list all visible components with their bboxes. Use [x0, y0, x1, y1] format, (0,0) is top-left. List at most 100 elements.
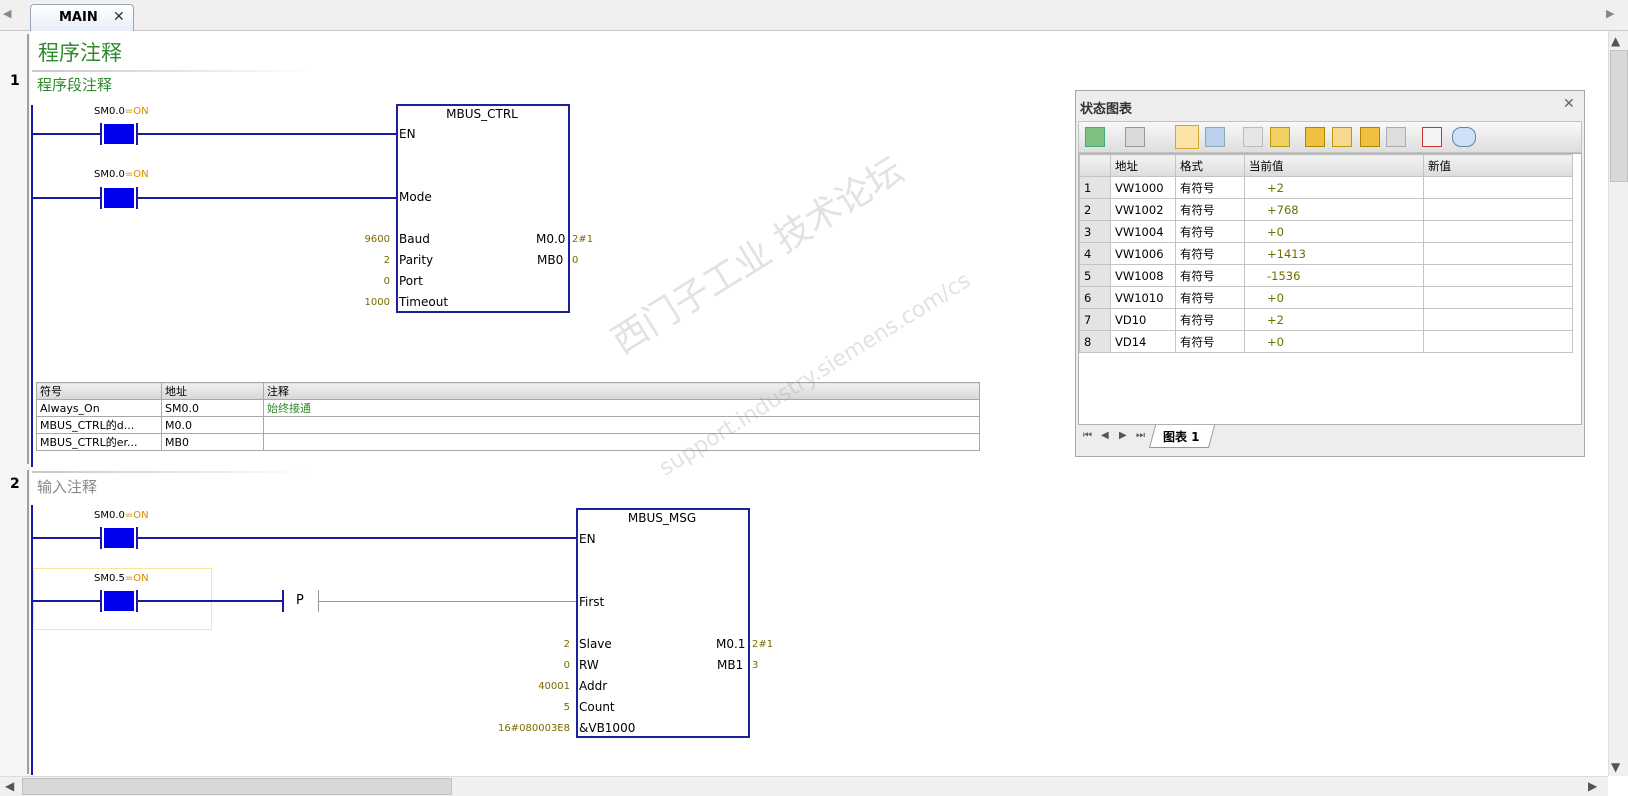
chart-tab-label[interactable]: 图表 1	[1163, 428, 1200, 445]
pin-parity: Parity	[399, 253, 434, 267]
param-rw-value[interactable]: 0	[480, 660, 570, 671]
cell-new-value[interactable]	[1423, 308, 1573, 331]
scroll-down-icon[interactable]: ▼	[1611, 760, 1620, 774]
wire	[138, 133, 396, 135]
last-page-icon[interactable]: ⏭	[1136, 430, 1145, 441]
close-icon[interactable]: ✕	[1563, 96, 1575, 112]
wire	[138, 537, 576, 539]
table-row[interactable]: MBUS_CTRL的d... M0.0	[36, 416, 980, 434]
param-error-value[interactable]: 0	[572, 255, 578, 266]
table-row[interactable]: MBUS_CTRL的er... MB0	[36, 433, 980, 451]
cell-address[interactable]: VW1006	[1110, 242, 1176, 265]
network-number: 2	[10, 476, 20, 492]
cell-format[interactable]: 有符号	[1175, 308, 1245, 331]
cell-address[interactable]: VW1000	[1110, 176, 1176, 199]
pencil-icon[interactable]	[1270, 127, 1290, 147]
trend-chart-icon[interactable]	[1422, 127, 1442, 147]
unlock-icon[interactable]	[1332, 127, 1352, 147]
tab-main-label: MAIN	[59, 10, 98, 25]
cell-new-value[interactable]	[1423, 286, 1573, 309]
pin-done: M0.0	[536, 232, 566, 246]
cell-new-value[interactable]	[1423, 176, 1573, 199]
param-done-value[interactable]: 2#1	[572, 234, 593, 245]
cell-current-value: +2	[1244, 176, 1424, 199]
tab-left-arrow-icon[interactable]: ◀	[3, 7, 11, 20]
cell-format[interactable]: 有符号	[1175, 330, 1245, 353]
table-row[interactable]: Always_On SM0.0 始终接通	[36, 399, 980, 417]
col-address: 地址	[161, 382, 264, 400]
pin-error: MB1	[717, 658, 744, 672]
read-forced-icon[interactable]	[1386, 127, 1406, 147]
table-row[interactable]: 6 VW1010 有符号 +0	[1079, 286, 1573, 309]
col-address: 地址	[1110, 154, 1176, 177]
param-done-value[interactable]: 2#1	[752, 639, 773, 650]
table-row[interactable]: 8 VD14 有符号 +0	[1079, 330, 1573, 353]
param-timeout-value[interactable]: 1000	[330, 297, 390, 308]
table-row[interactable]: 1 VW1000 有符号 +2	[1079, 176, 1573, 199]
param-port-value[interactable]: 0	[330, 276, 390, 287]
cell-address[interactable]: VW1004	[1110, 220, 1176, 243]
tab-close-icon[interactable]: ✕	[113, 9, 125, 25]
table-row[interactable]: 3 VW1004 有符号 +0	[1079, 220, 1573, 243]
table-row[interactable]: 7 VD10 有符号 +2	[1079, 308, 1573, 331]
cell-new-value[interactable]	[1423, 198, 1573, 221]
cell-format[interactable]: 有符号	[1175, 242, 1245, 265]
tab-right-arrow-icon[interactable]: ▶	[1606, 7, 1614, 20]
cell-new-value[interactable]	[1423, 264, 1573, 287]
contact-sm00[interactable]	[104, 124, 134, 144]
cell-format[interactable]: 有符号	[1175, 198, 1245, 221]
param-dataptr-value[interactable]: 16#080003E8	[470, 723, 570, 734]
pause-icon[interactable]	[1205, 127, 1225, 147]
scroll-up-icon[interactable]: ▲	[1611, 34, 1620, 48]
tab-main[interactable]: MAIN ✕	[30, 4, 134, 31]
lock-icon[interactable]	[1305, 127, 1325, 147]
contact-sm00[interactable]	[104, 188, 134, 208]
param-slave-value[interactable]: 2	[480, 639, 570, 650]
next-page-icon[interactable]: ▶	[1119, 430, 1127, 441]
block-title: MBUS_CTRL	[446, 107, 518, 121]
param-addr-value[interactable]: 40001	[480, 681, 570, 692]
cell-new-value[interactable]	[1423, 330, 1573, 353]
cell-address[interactable]: VW1010	[1110, 286, 1176, 309]
cell-format[interactable]: 有符号	[1175, 176, 1245, 199]
cell-address[interactable]: VD14	[1110, 330, 1176, 353]
program-comment[interactable]: 程序注释	[38, 37, 122, 67]
tag-icon[interactable]	[1452, 127, 1476, 147]
cell-current-value: +0	[1244, 330, 1424, 353]
prev-page-icon[interactable]: ◀	[1101, 430, 1109, 441]
contact-sm00[interactable]	[104, 528, 134, 548]
positive-edge[interactable]: P	[296, 593, 304, 608]
cell-format[interactable]: 有符号	[1175, 220, 1245, 243]
glasses-icon[interactable]	[1243, 127, 1263, 147]
monitor-on-icon[interactable]	[1175, 125, 1199, 149]
horizontal-scroll-thumb[interactable]	[22, 778, 452, 795]
scroll-right-icon[interactable]: ▶	[1588, 779, 1597, 793]
table-row[interactable]: 4 VW1006 有符号 +1413	[1079, 242, 1573, 265]
cell-format[interactable]: 有符号	[1175, 286, 1245, 309]
vertical-scroll-thumb[interactable]	[1610, 50, 1628, 182]
param-count-value[interactable]: 5	[480, 702, 570, 713]
cell-address[interactable]: VW1002	[1110, 198, 1176, 221]
wire	[33, 197, 100, 199]
delete-icon[interactable]	[1125, 127, 1145, 147]
param-baud-value[interactable]: 9600	[330, 234, 390, 245]
pin-timeout: Timeout	[399, 295, 449, 309]
cell-new-value[interactable]	[1423, 242, 1573, 265]
row-index: 2	[1079, 198, 1111, 221]
table-row[interactable]: 5 VW1008 有符号 -1536	[1079, 264, 1573, 287]
add-icon[interactable]	[1085, 127, 1105, 147]
table-row[interactable]: 2 VW1002 有符号 +768	[1079, 198, 1573, 221]
cell-address[interactable]: VW1008	[1110, 264, 1176, 287]
network-comment[interactable]: 程序段注释	[37, 74, 112, 95]
scroll-left-icon[interactable]: ◀	[5, 779, 14, 793]
contact-sm05[interactable]	[104, 591, 134, 611]
network-comment[interactable]: 输入注释	[37, 476, 97, 497]
force-all-icon[interactable]	[1360, 127, 1380, 147]
cell-format[interactable]: 有符号	[1175, 264, 1245, 287]
first-page-icon[interactable]: ⏮	[1083, 430, 1092, 441]
param-error-value[interactable]: 3	[752, 660, 758, 671]
cell-new-value[interactable]	[1423, 220, 1573, 243]
param-parity-value[interactable]: 2	[330, 255, 390, 266]
cell-address[interactable]: VD10	[1110, 308, 1176, 331]
cell-comment	[263, 433, 980, 451]
